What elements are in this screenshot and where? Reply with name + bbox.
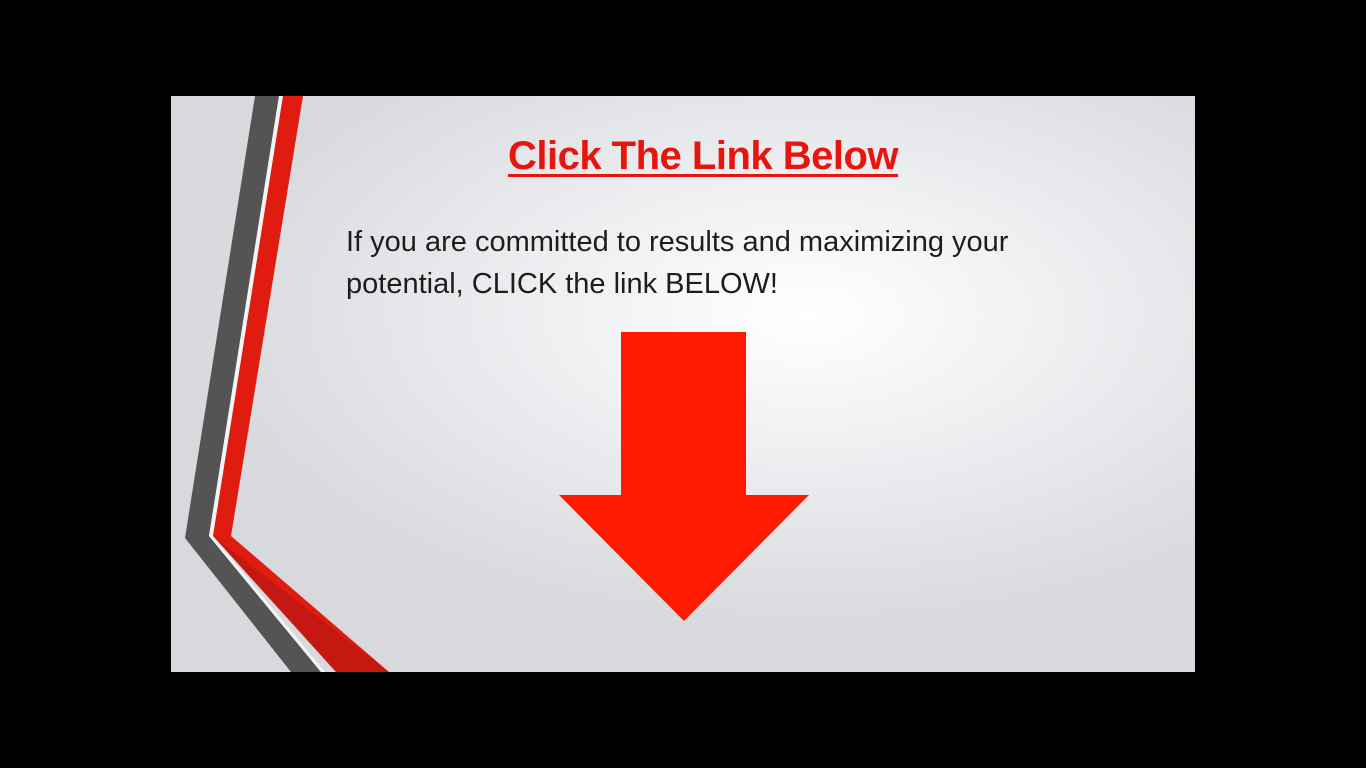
slide-title-link[interactable]: Click The Link Below [171, 134, 1195, 179]
presentation-slide: Click The Link Below If you are committe… [171, 96, 1195, 672]
video-frame: Click The Link Below If you are committe… [0, 0, 1366, 768]
slide-body-text: If you are committed to results and maxi… [346, 226, 1009, 300]
arrow-down-icon [559, 332, 809, 621]
